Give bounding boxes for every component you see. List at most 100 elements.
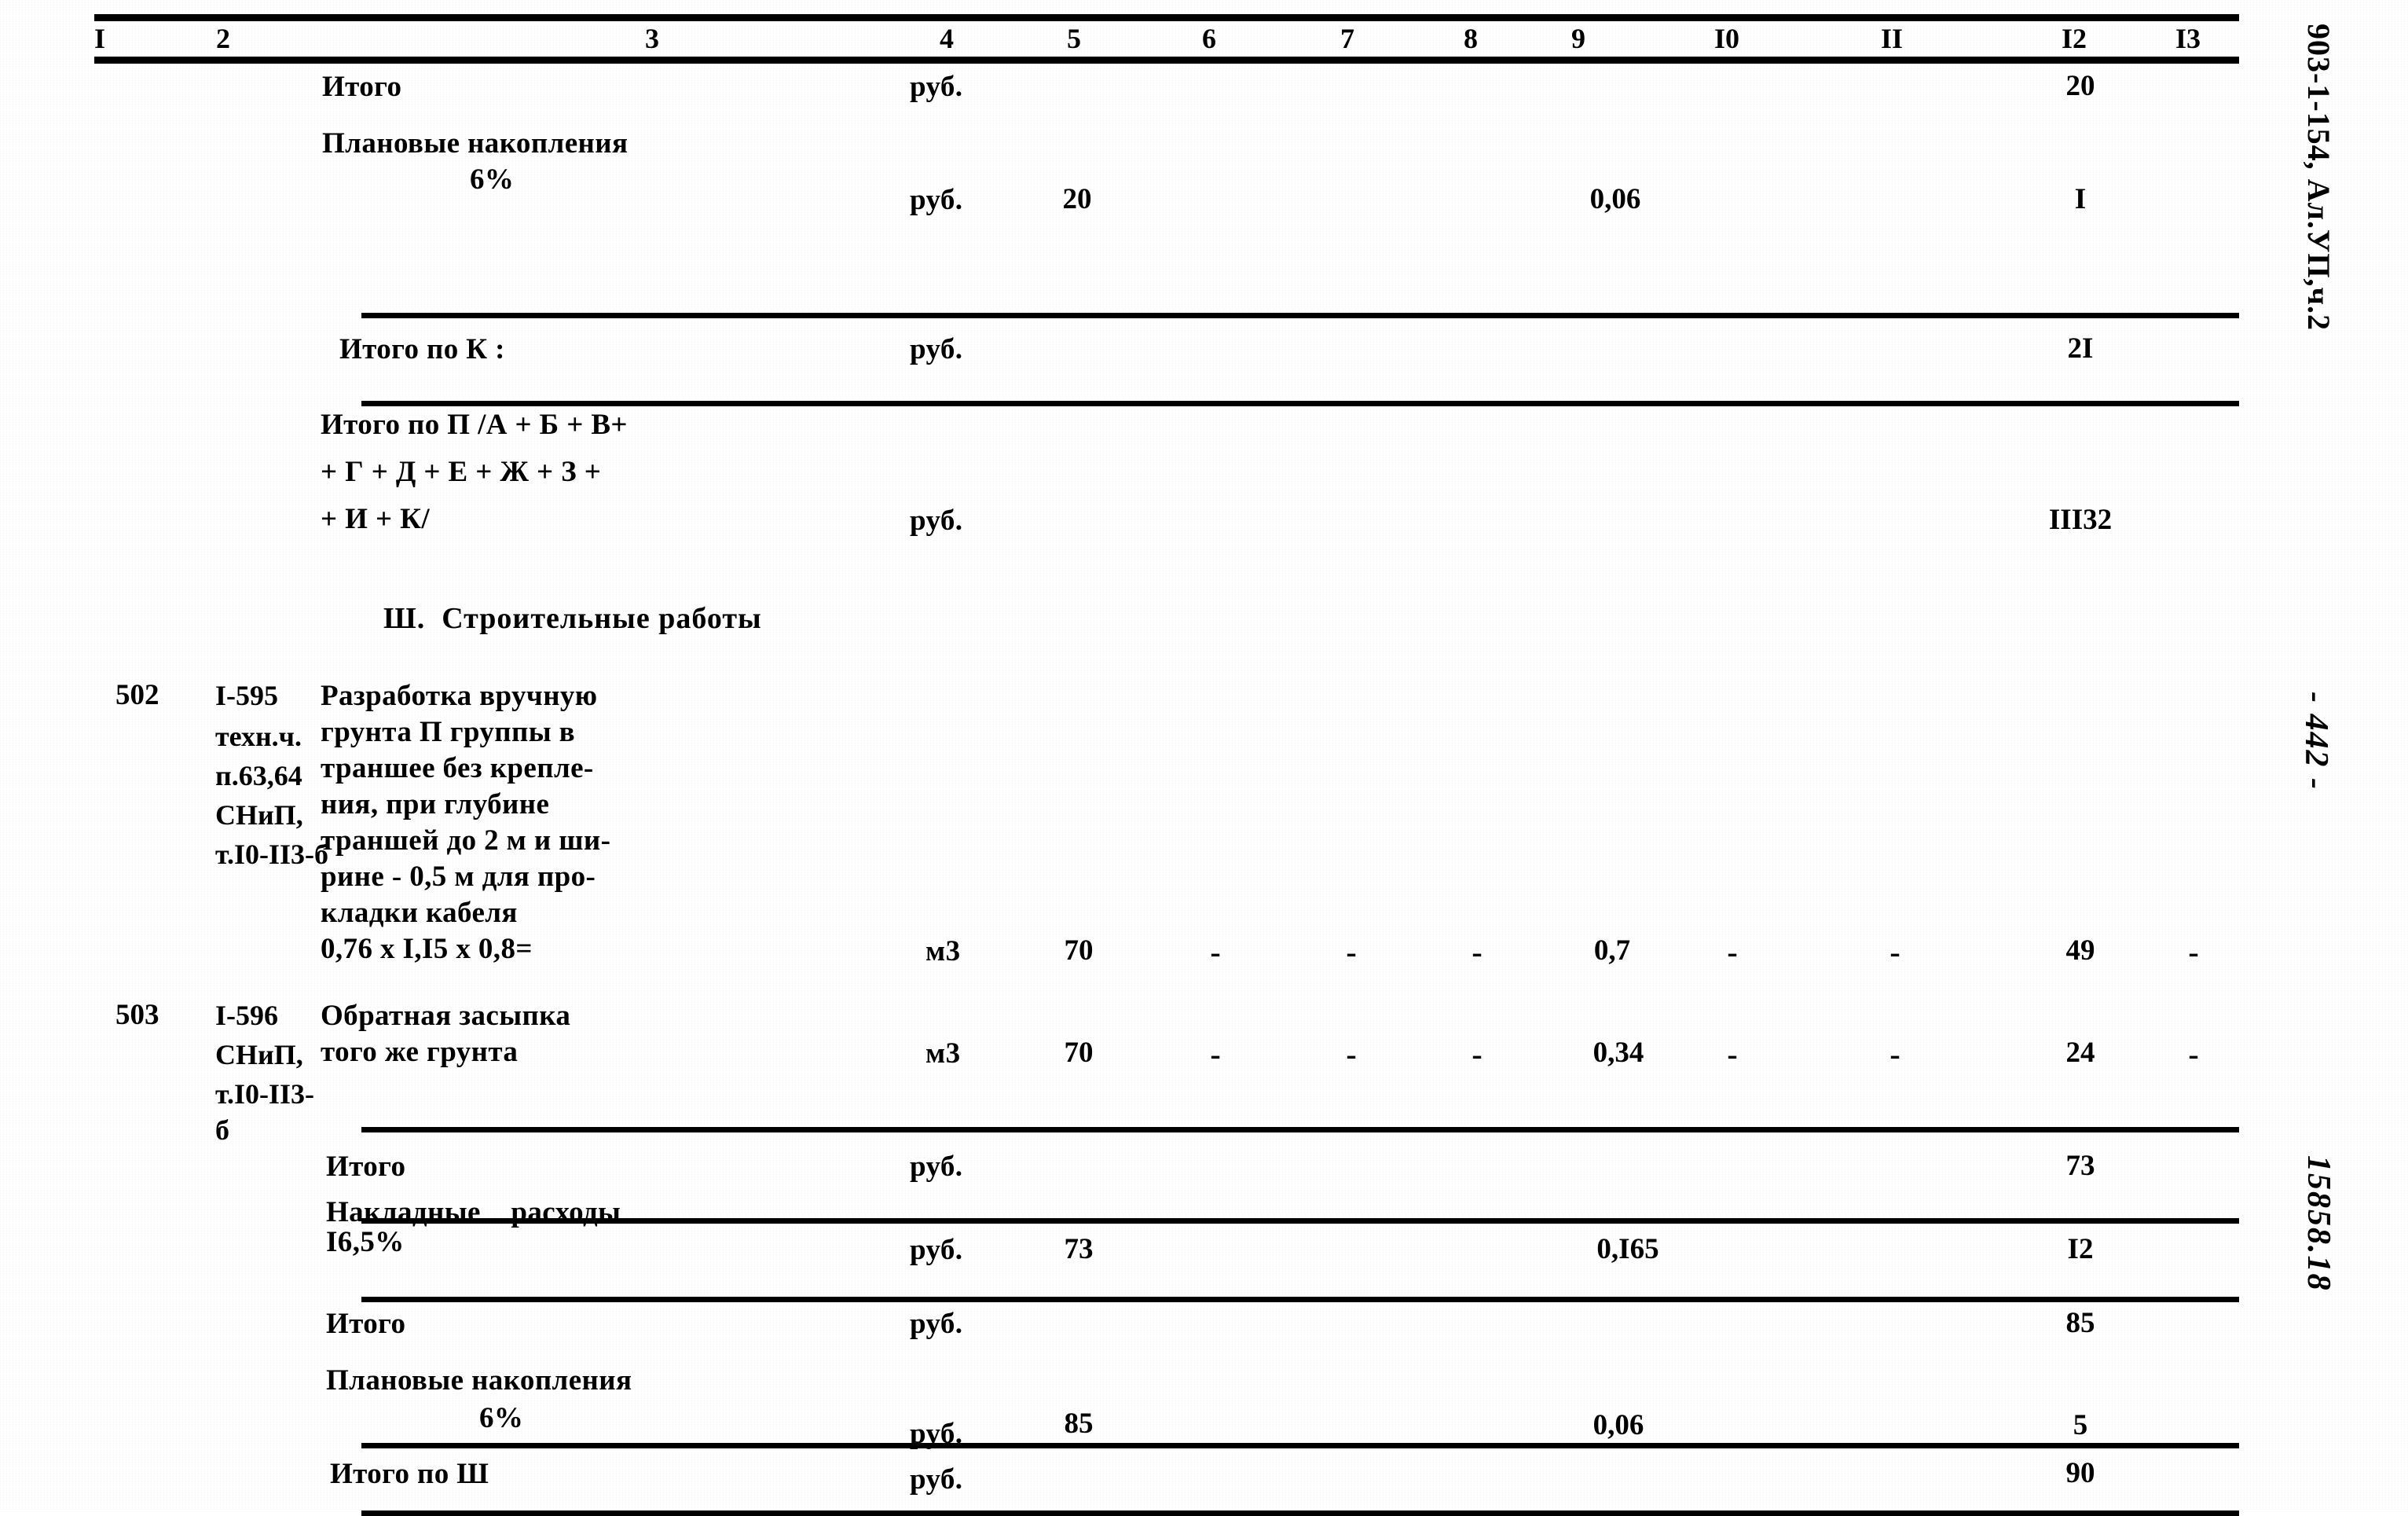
row-itogo-3-unit: руб.: [910, 1308, 963, 1340]
row-plan-2-c12: 5: [2073, 1409, 2088, 1441]
row-502-c2-line-4: СНиП,: [215, 799, 303, 831]
row-502-c2-line-5: т.I0-II3-б: [215, 839, 328, 870]
row-502-c13: -: [2188, 934, 2199, 970]
row-plan-1-c12: I: [2074, 183, 2087, 215]
row-503-c11: -: [1889, 1037, 1900, 1072]
row-503-c6: -: [1210, 1037, 1221, 1072]
row-503-c2-line-1: I-596: [215, 1000, 278, 1031]
column-header-12: I2: [2061, 23, 2087, 54]
row-plan-1-c5: 20: [1062, 183, 1092, 215]
row-itogo-k-unit: руб.: [910, 333, 963, 365]
row-502-desc-line-1: Разработка вручную: [321, 680, 598, 712]
column-header-9: 9: [1571, 23, 1585, 54]
row-itogo-k-desc: Итого по К :: [339, 333, 505, 365]
row-plan-2-c5: 85: [1064, 1408, 1094, 1440]
table-rule-nakl: [361, 1218, 2239, 1224]
row-503-c13: -: [2188, 1037, 2199, 1072]
table-rule-k-above: [361, 313, 2239, 318]
archive-code-margin: 15858.18: [2300, 1155, 2337, 1292]
row-itogo-3-c12: 85: [2065, 1307, 2095, 1339]
row-502-c2-line-2: техн.ч.: [215, 721, 302, 752]
row-502-c7: -: [1346, 934, 1357, 970]
column-header-11: II: [1880, 23, 1904, 54]
row-plan-1-desc: Плановые накопления: [322, 127, 629, 160]
row-503-c10: -: [1727, 1037, 1738, 1072]
row-502-c9: 0,7: [1593, 934, 1631, 967]
column-header-3: 3: [645, 23, 659, 54]
table-rule-header: [94, 57, 2239, 64]
row-503-c9: 0,34: [1593, 1037, 1644, 1069]
row-503-c12: 24: [2065, 1037, 2095, 1069]
table-rule-itogo2: [361, 1297, 2239, 1302]
section-heading-3: Ш. Строительные работы: [383, 602, 762, 635]
column-header-7: 7: [1340, 23, 1354, 54]
table-rule-items-end: [361, 1127, 2239, 1132]
row-503-c8: -: [1472, 1037, 1483, 1072]
row-plan-1-unit: руб.: [910, 184, 963, 216]
row-nakl-unit: руб.: [910, 1234, 963, 1266]
column-header-2: 2: [216, 23, 230, 54]
table-rule-top: [94, 14, 2239, 21]
row-502-c12: 49: [2065, 934, 2095, 967]
row-nakl-desc2: I6,5%: [326, 1226, 405, 1258]
row-503-unit: м3: [925, 1037, 961, 1070]
row-itogo-2-c12: 73: [2065, 1150, 2095, 1182]
row-503-c5: 70: [1064, 1037, 1094, 1069]
row-502-desc-line-4: ния, при глубине: [321, 788, 550, 820]
row-502-c2-line-3: п.63,64: [215, 760, 302, 791]
row-502-c5: 70: [1064, 934, 1094, 967]
document-page: I 2 3 4 5 6 7 8 9 I0 II I2 I3 Итого руб.…: [0, 0, 2408, 1516]
column-header-10: I0: [1713, 23, 1740, 54]
row-503-desc-line-1: Обратная засыпка: [321, 1000, 571, 1032]
row-itogo-1-c12: 20: [2065, 70, 2095, 102]
row-plan-2-desc: Плановые накопления: [326, 1364, 632, 1397]
row-itogo-p-line-1: Итого по П /А + Б + В+: [321, 409, 628, 441]
row-plan-2-c9: 0,06: [1593, 1409, 1644, 1441]
column-header-5: 5: [1067, 23, 1081, 54]
column-header-6: 6: [1202, 23, 1216, 54]
row-502-c10: -: [1727, 934, 1738, 970]
row-502-c2-line-1: I-595: [215, 680, 278, 711]
row-plan-2-desc2: 6%: [479, 1402, 524, 1434]
row-502-code-c1: 502: [115, 679, 159, 711]
row-502-c6: -: [1210, 934, 1221, 970]
table-rule-plan2: [361, 1443, 2239, 1448]
row-itogo-1-unit: руб.: [910, 71, 963, 103]
row-503-code-c1: 503: [115, 999, 159, 1031]
column-header-8: 8: [1464, 23, 1478, 54]
row-503-desc-line-2: того же грунта: [321, 1036, 519, 1068]
row-itogo-2-desc: Итого: [326, 1151, 406, 1183]
row-itogo-p-line-3: + И + К/: [321, 503, 431, 535]
row-itogo-p-unit: руб.: [910, 505, 963, 537]
row-503-c2-line-3: т.I0-II3-: [215, 1078, 314, 1110]
page-number-margin: - 442 -: [2298, 692, 2334, 791]
estimate-table: I 2 3 4 5 6 7 8 9 I0 II I2 I3 Итого руб.…: [94, 8, 2239, 1516]
row-itogo-k-c12: 2I: [2067, 332, 2094, 365]
row-502-desc-line-8: 0,76 х I,I5 х 0,8=: [321, 933, 533, 965]
table-rule-bottom: [361, 1510, 2239, 1516]
column-header-13: I3: [2175, 23, 2201, 54]
row-plan-2-unit: руб.: [910, 1418, 963, 1450]
row-itogo-sec3-desc: Итого по Ш: [330, 1458, 489, 1490]
row-502-desc-line-7: кладки кабеля: [321, 897, 518, 929]
row-502-unit: м3: [925, 935, 961, 967]
row-itogo-1-desc: Итого: [322, 71, 402, 103]
row-nakl-c9: 0,I65: [1596, 1233, 1659, 1265]
row-plan-1-desc2: 6%: [470, 163, 515, 196]
row-itogo-p-line-2: + Г + Д + Е + Ж + З +: [321, 456, 602, 488]
row-503-c2-line-4: б: [215, 1114, 229, 1146]
row-503-c2-line-2: СНиП,: [215, 1039, 303, 1070]
row-502-c11: -: [1889, 934, 1900, 970]
row-itogo-3-desc: Итого: [326, 1308, 406, 1340]
row-itogo-sec3-c12: 90: [2065, 1457, 2095, 1489]
row-502-desc-line-2: грунта П группы в: [321, 716, 576, 748]
row-plan-1-c9: 0,06: [1589, 183, 1641, 215]
row-503-c7: -: [1346, 1037, 1357, 1072]
row-502-desc-line-5: траншей до 2 м и ши-: [321, 824, 611, 857]
row-nakl-c5: 73: [1064, 1233, 1094, 1265]
album-reference-margin: 903-1-154, Ал.УП,ч.2: [2301, 24, 2337, 331]
row-502-c8: -: [1472, 934, 1483, 970]
row-502-desc-line-6: рине - 0,5 м для про-: [321, 861, 596, 893]
column-header-1: I: [94, 23, 106, 54]
row-nakl-c12: I2: [2067, 1233, 2094, 1265]
